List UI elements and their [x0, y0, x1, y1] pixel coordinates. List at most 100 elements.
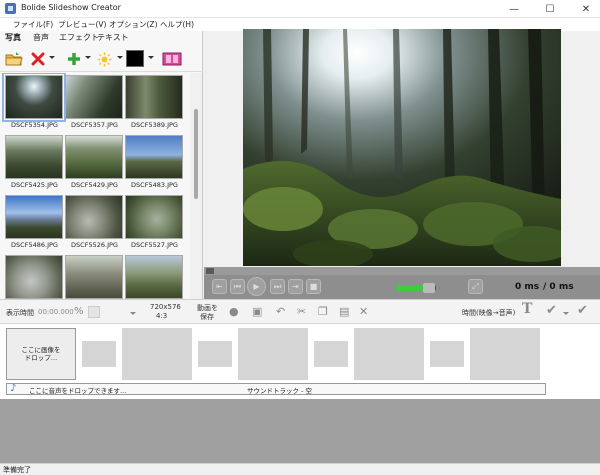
time-mode-label[interactable]: 時間(映像→音声)	[462, 308, 515, 318]
photo-image	[5, 135, 63, 179]
total-time: / 0 ms	[543, 282, 574, 292]
scrollbar-thumb[interactable]	[194, 109, 198, 199]
photo-thumb[interactable]	[65, 255, 124, 299]
seek-handle[interactable]	[206, 268, 214, 274]
effects-dropdown-icon[interactable]	[117, 56, 123, 59]
current-time: 0 ms	[515, 282, 540, 292]
photo-image	[125, 255, 183, 299]
photo-image	[125, 135, 183, 179]
previous-frame-icon[interactable]: ⏮	[230, 279, 245, 294]
photo-thumb[interactable]: DSCF5483.JPG	[125, 135, 184, 189]
preview-area: ⇤ ⏮ ▶ ⏭ ⇥ ■ ⤢ 0 ms / 0 ms	[204, 29, 600, 299]
photo-image	[65, 195, 123, 239]
slide-slot[interactable]	[470, 328, 540, 380]
photo-thumb[interactable]: DSCF5425.JPG	[5, 135, 64, 189]
transition-slot[interactable]	[82, 341, 116, 367]
minimize-button[interactable]: —	[500, 0, 528, 18]
photo-caption: DSCF5357.JPG	[71, 121, 118, 129]
music-note-icon: ♪	[10, 383, 17, 394]
slide-slot[interactable]	[122, 328, 192, 380]
image-drop-zone[interactable]: ここに画像を ドロップ…	[6, 328, 76, 380]
photo-thumb[interactable]: DSCF5354.JPG	[2, 73, 66, 129]
menu-help[interactable]: ヘルプ(H)	[160, 19, 194, 30]
photo-thumb[interactable]	[5, 255, 64, 299]
photo-caption: DSCF5527.JPG	[131, 241, 178, 249]
slide-slot[interactable]	[354, 328, 424, 380]
player-controls: ⇤ ⏮ ▶ ⏭ ⇥ ■ ⤢ 0 ms / 0 ms	[204, 275, 600, 299]
resolution-label[interactable]: 720x576	[150, 303, 181, 311]
photo-thumb[interactable]	[125, 255, 184, 299]
copy-icon[interactable]: ❐	[318, 306, 328, 317]
photo-thumb[interactable]: DSCF5429.JPG	[65, 135, 124, 189]
transition-swatch[interactable]	[88, 306, 100, 318]
add-icon[interactable]	[66, 50, 82, 68]
undo-icon[interactable]: ↶	[276, 306, 285, 317]
fullscreen-icon[interactable]: ⤢	[468, 279, 483, 294]
text-tool-icon[interactable]: T	[522, 302, 532, 316]
transition-slot[interactable]	[314, 341, 348, 367]
check-icon[interactable]: ✔	[546, 304, 557, 317]
tab-audio[interactable]: 音声	[33, 32, 49, 43]
save-video-label-2[interactable]: 保存	[200, 312, 214, 322]
photo-grid-scrollbar[interactable]	[190, 73, 202, 299]
record-icon[interactable]: ●	[229, 306, 239, 317]
window-title: Bolide Slideshow Creator	[21, 3, 121, 12]
add-dropdown-icon[interactable]	[85, 56, 91, 59]
transition-slot[interactable]	[430, 341, 464, 367]
close-button[interactable]: ✕	[572, 0, 600, 18]
photo-thumb[interactable]: DSCF5486.JPG	[5, 195, 64, 249]
photo-thumb[interactable]: DSCF5389.JPG	[125, 75, 184, 129]
photo-thumb[interactable]: DSCF5526.JPG	[65, 195, 124, 249]
check-all-icon[interactable]: ✔	[577, 304, 588, 317]
transition-dropdown-icon[interactable]	[130, 312, 136, 315]
volume-knob[interactable]	[423, 283, 435, 293]
photo-caption: DSCF5483.JPG	[131, 181, 178, 189]
percent-icon[interactable]: %	[74, 306, 84, 317]
color-swatch[interactable]	[126, 50, 144, 67]
delete-dropdown-icon[interactable]	[49, 56, 55, 59]
skip-to-end-icon[interactable]: ⇥	[288, 279, 303, 294]
menu-options[interactable]: オプション(Z)	[109, 19, 158, 30]
photo-caption: DSCF5389.JPG	[131, 121, 178, 129]
maximize-button[interactable]: ☐	[536, 0, 564, 18]
photo-caption: DSCF5425.JPG	[11, 181, 58, 189]
open-folder-icon[interactable]	[4, 50, 24, 68]
photo-thumb[interactable]: DSCF5357.JPG	[65, 75, 124, 129]
title-bar: Bolide Slideshow Creator — ☐ ✕	[0, 0, 600, 18]
audio-track[interactable]: ♪ ここに音声をドロップできます… サウンドトラック - 空	[6, 383, 546, 395]
image-drop-text: ここに画像を ドロップ…	[21, 346, 61, 362]
filmstrip-icon[interactable]	[161, 50, 183, 68]
photo-image	[125, 75, 183, 119]
color-dropdown-icon[interactable]	[148, 56, 154, 59]
duration-field[interactable]: 00:00.000	[38, 308, 74, 316]
effects-icon[interactable]	[96, 50, 112, 68]
next-frame-icon[interactable]: ⏭	[270, 279, 285, 294]
paste-icon[interactable]: ▤	[339, 306, 349, 317]
check-dropdown-icon[interactable]	[563, 312, 569, 315]
photo-image	[65, 135, 123, 179]
cut-icon[interactable]: ✂	[297, 306, 306, 317]
aspect-label[interactable]: 4:3	[156, 312, 167, 320]
menu-preview[interactable]: プレビュー(V)	[58, 19, 106, 30]
photo-image	[125, 195, 183, 239]
tab-photos[interactable]: 写真	[5, 32, 21, 43]
photo-image	[5, 255, 63, 299]
skip-to-start-icon[interactable]: ⇤	[212, 279, 227, 294]
transition-slot[interactable]	[198, 341, 232, 367]
delete-icon[interactable]	[30, 50, 46, 68]
seek-bar[interactable]	[204, 267, 600, 275]
menu-file[interactable]: ファイル(F)	[13, 19, 53, 30]
save-icon[interactable]: ▣	[252, 306, 262, 317]
duration-label: 表示時間	[6, 309, 34, 317]
timeline-toolbar: 表示時間 00:00.000 % 720x576 4:3 動画を 保存 ● ▣ …	[0, 299, 600, 324]
play-icon[interactable]: ▶	[247, 277, 266, 296]
volume-slider[interactable]	[396, 283, 436, 293]
stop-icon[interactable]: ■	[306, 279, 321, 294]
delete-clip-icon[interactable]: ✕	[359, 306, 368, 317]
photo-thumb[interactable]: DSCF5527.JPG	[125, 195, 184, 249]
slide-slot[interactable]	[238, 328, 308, 380]
media-panel: 写真 音声 エフェクト テキスト DSCF5354.JPG DSCF5357.J…	[0, 31, 203, 299]
tab-text[interactable]: テキスト	[97, 32, 129, 43]
photo-caption: DSCF5429.JPG	[71, 181, 118, 189]
tab-effects[interactable]: エフェクト	[59, 32, 99, 43]
